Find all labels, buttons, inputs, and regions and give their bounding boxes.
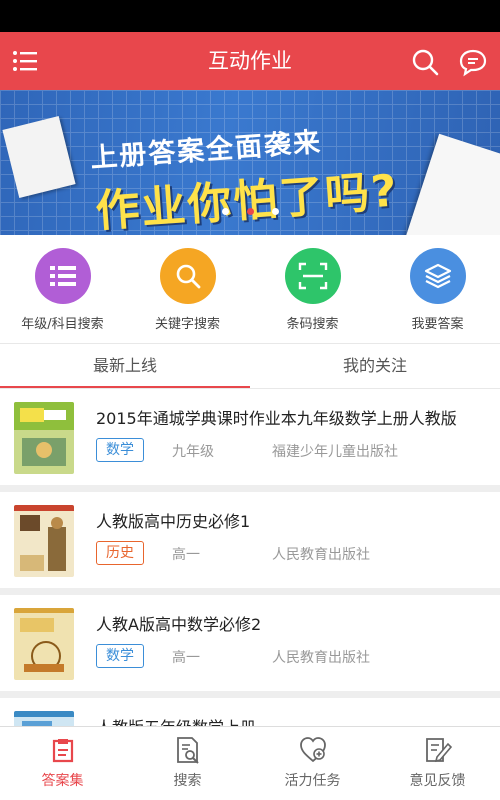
carousel-dots [0, 200, 500, 219]
book-title: 人教A版高中数学必修2 [96, 615, 262, 634]
edit-document-icon [425, 738, 452, 763]
nav-label: 搜索 [173, 773, 202, 789]
subject-badge: 数学 [96, 438, 144, 462]
nav-label: 意见反馈 [409, 773, 466, 789]
search-icon [159, 248, 216, 304]
list-icon [34, 248, 91, 304]
quick-action-label: 关键字搜索 [154, 317, 220, 332]
promo-banner[interactable]: 上册答案全面袭来 作业你怕了吗? [0, 90, 500, 235]
subject-badge: 历史 [96, 541, 144, 565]
scan-icon [284, 248, 341, 304]
nav-search[interactable]: 搜索 [125, 727, 250, 800]
book-answers-icon [52, 739, 73, 763]
carousel-dot-active[interactable] [246, 208, 254, 215]
quick-action-label: 条码搜索 [286, 317, 339, 332]
quick-barcode-search[interactable]: 条码搜索 [250, 235, 375, 343]
quick-grade-subject-search[interactable]: 年级/科目搜索 [0, 235, 125, 343]
nav-label: 答案集 [41, 773, 84, 789]
book-cover [14, 402, 74, 474]
status-bar [0, 0, 500, 32]
grade-label: 九年级 [172, 444, 214, 460]
list-item[interactable]: 人教版高中历史必修1 历史 高一 人民教育出版社 [0, 492, 500, 588]
search-icon[interactable] [410, 47, 440, 77]
nav-tasks[interactable]: 活力任务 [250, 727, 375, 800]
quick-action-label: 我要答案 [411, 317, 464, 332]
tab-latest[interactable]: 最新上线 [0, 344, 250, 388]
tab-following[interactable]: 我的关注 [250, 344, 500, 388]
book-title: 2015年通城学典课时作业本九年级数学上册人教版 [96, 409, 457, 428]
app-header: 互动作业 [0, 32, 500, 90]
quick-keyword-search[interactable]: 关键字搜索 [125, 235, 250, 343]
bottom-navigation: 答案集 搜索 活力任务 意见反馈 [0, 726, 500, 800]
list-item[interactable]: 人教A版高中数学必修2 数学 高一 人民教育出版社 [0, 595, 500, 691]
subject-badge: 数学 [96, 644, 144, 668]
document-search-icon [176, 737, 199, 764]
quick-want-answer[interactable]: 我要答案 [375, 235, 500, 343]
quick-actions: 年级/科目搜索 关键字搜索 条码搜索 我要答案 [0, 235, 500, 343]
publisher-label: 福建少年儿童出版社 [272, 444, 398, 460]
list-item[interactable]: 2015年通城学典课时作业本九年级数学上册人教版 数学 九年级 福建少年儿童出版… [0, 389, 500, 485]
publisher-label: 人民教育出版社 [272, 547, 370, 563]
publisher-label: 人民教育出版社 [272, 650, 370, 666]
nav-feedback[interactable]: 意见反馈 [375, 727, 500, 800]
heart-plus-icon [299, 737, 326, 763]
grade-label: 高一 [172, 650, 200, 666]
quick-action-label: 年级/科目搜索 [21, 317, 104, 332]
book-cover [14, 608, 74, 680]
carousel-dot[interactable] [221, 208, 229, 215]
book-title: 人教版高中历史必修1 [96, 512, 251, 531]
carousel-dot[interactable] [271, 208, 279, 215]
book-cover [14, 505, 74, 577]
nav-label: 活力任务 [284, 773, 341, 789]
nav-answers[interactable]: 答案集 [0, 727, 125, 800]
message-icon[interactable] [458, 47, 488, 77]
layers-icon [409, 248, 466, 304]
content-tabs: 最新上线 我的关注 [0, 343, 500, 389]
grade-label: 高一 [172, 547, 200, 563]
